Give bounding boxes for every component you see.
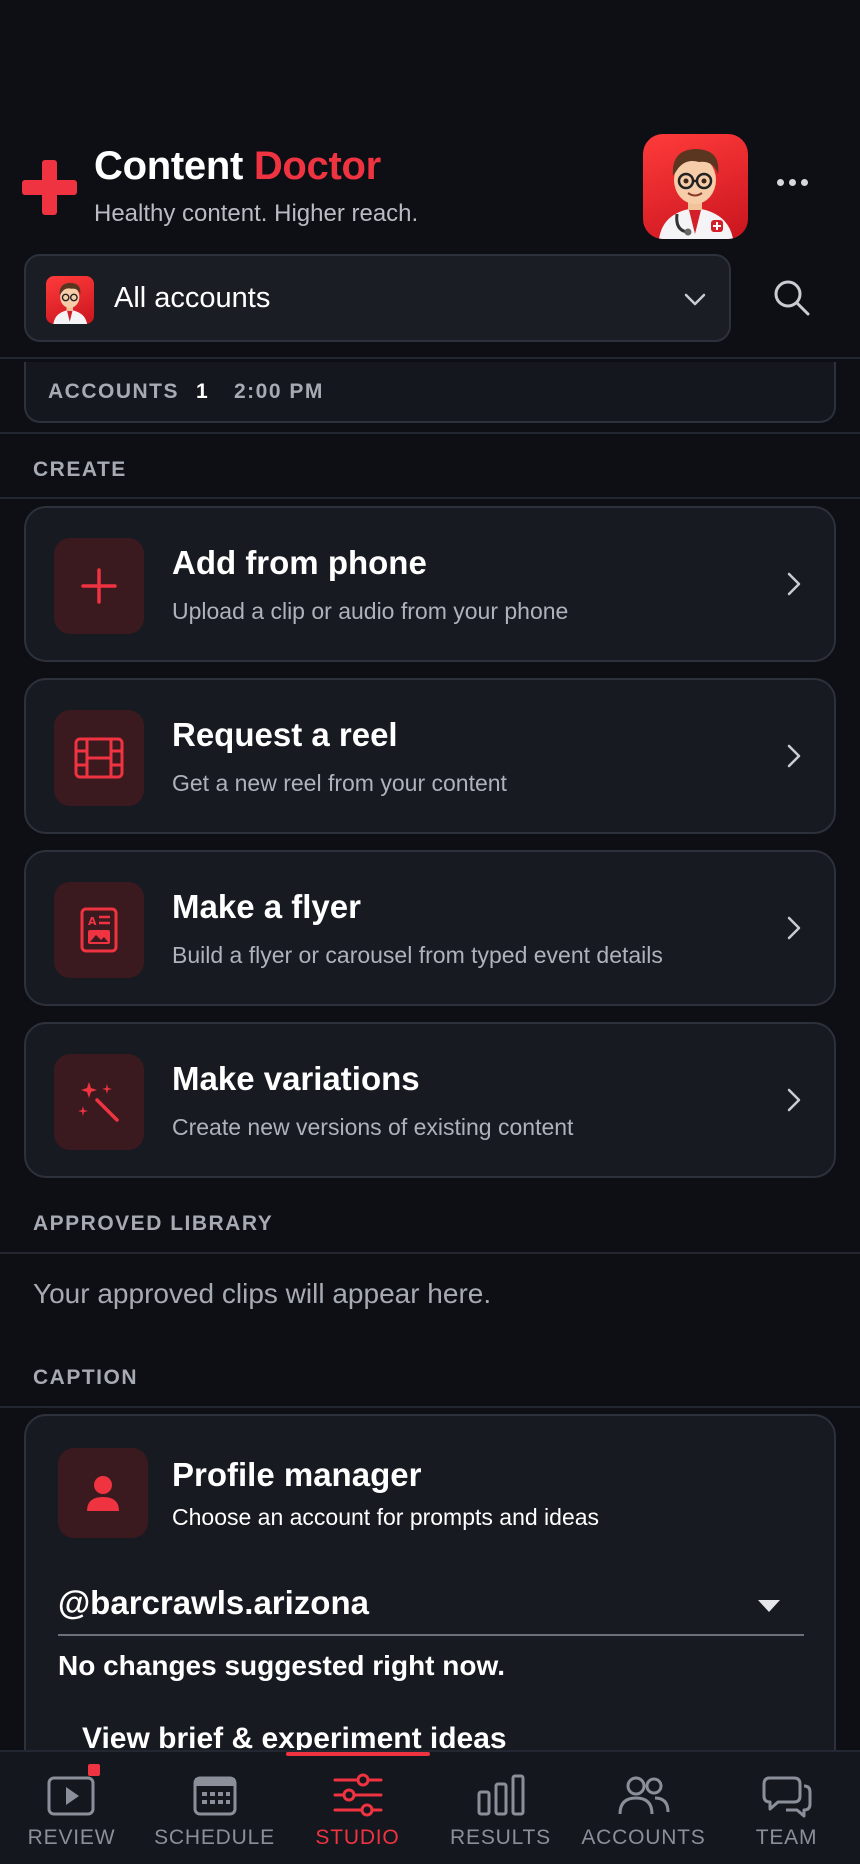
flyer-icon: A [80,907,118,953]
bottom-navigation: REVIEW SCHEDULE STUDIO RESULTS ACCOUNTS … [0,1750,860,1864]
card-subtitle: Create new versions of existing content [172,1114,574,1140]
divider [0,357,860,359]
chevron-right-icon [787,572,801,596]
app-title-part2: Doctor [253,144,381,188]
sliders-icon [333,1773,382,1817]
card-title: Request a reel [172,716,398,753]
plus-icon [81,568,117,604]
reel-icon-tile [54,710,144,806]
nav-label: ACCOUNTS [581,1826,706,1849]
nav-label: REVIEW [27,1826,116,1849]
search-icon[interactable] [768,274,816,322]
accounts-stat-count: 1 [196,380,210,403]
user-icon [87,1476,119,1511]
divider [0,1406,860,1408]
svg-text:A: A [88,915,97,928]
play-icon [47,1776,94,1816]
profile-handle-dropdown[interactable]: @barcrawls.arizona [58,1576,804,1636]
card-title: Make variations [172,1060,420,1097]
nav-label: SCHEDULE [154,1826,275,1849]
nav-review[interactable]: REVIEW [0,1752,143,1864]
profile-avatar[interactable] [643,134,748,239]
variations-icon-tile [54,1054,144,1150]
app-header: Content Doctor Healthy content. Higher r… [0,130,860,250]
card-subtitle: Get a new reel from your content [172,770,507,796]
flyer-icon-tile: A [54,882,144,978]
app-title: Content Doctor [94,144,381,189]
app-tagline: Healthy content. Higher reach. [94,200,419,227]
profile-icon-tile [58,1448,148,1538]
stats-time: 2:00 PM [234,380,324,403]
make-flyer-card[interactable]: A Make a flyer Build a flyer or carousel… [24,850,836,1006]
chevron-down-icon [684,293,706,306]
card-subtitle: Upload a clip or audio from your phone [172,598,569,624]
chat-icon [762,1776,811,1818]
card-title: Make a flyer [172,888,361,925]
nav-studio[interactable]: STUDIO [286,1752,429,1864]
calendar-icon [193,1776,236,1816]
more-dot-icon [788,178,796,186]
more-options-button[interactable] [770,160,814,204]
more-dot-icon [776,178,784,186]
medical-cross-logo-icon [22,160,77,215]
nav-schedule[interactable]: SCHEDULE [143,1752,286,1864]
selected-handle: @barcrawls.arizona [58,1584,369,1621]
divider [0,432,860,434]
divider [0,497,860,499]
film-icon [74,737,124,779]
stats-bar: ACCOUNTS 1 2:00 PM [24,362,836,423]
create-section-label: CREATE [33,458,127,481]
nav-accounts[interactable]: ACCOUNTS [572,1752,715,1864]
approved-library-section-label: APPROVED LIBRARY [33,1212,274,1235]
make-variations-card[interactable]: Make variations Create new versions of e… [24,1022,836,1178]
suggestion-status: No changes suggested right now. [58,1650,506,1681]
add-icon-tile [54,538,144,634]
users-icon [618,1776,669,1815]
request-reel-card[interactable]: Request a reel Get a new reel from your … [24,678,836,834]
divider [0,1252,860,1254]
chevron-right-icon [787,1088,801,1112]
account-selector-dropdown[interactable]: All accounts [24,254,731,342]
accounts-stat-label: ACCOUNTS [48,380,179,403]
nav-team[interactable]: TEAM [715,1752,858,1864]
dropdown-triangle-icon [758,1600,780,1612]
notification-badge [88,1764,100,1776]
chevron-right-icon [787,744,801,768]
add-from-phone-card[interactable]: Add from phone Upload a clip or audio fr… [24,506,836,662]
nav-label: TEAM [755,1826,818,1849]
app-title-part1: Content [94,144,243,188]
account-selector-label: All accounts [114,282,271,314]
card-subtitle: Build a flyer or carousel from typed eve… [172,942,663,968]
caption-section-label: CAPTION [33,1366,138,1389]
account-avatar [46,276,94,324]
bar-chart-icon [477,1774,524,1816]
nav-label: STUDIO [315,1826,400,1849]
magic-wand-icon [78,1082,119,1122]
profile-manager-subtitle: Choose an account for prompts and ideas [172,1504,600,1530]
card-title: Add from phone [172,544,427,581]
nav-results[interactable]: RESULTS [429,1752,572,1864]
profile-manager-title: Profile manager [172,1456,422,1493]
approved-library-empty-text: Your approved clips will appear here. [33,1278,492,1309]
nav-label: RESULTS [450,1826,551,1849]
chevron-right-icon [787,916,801,940]
more-dot-icon [800,178,808,186]
